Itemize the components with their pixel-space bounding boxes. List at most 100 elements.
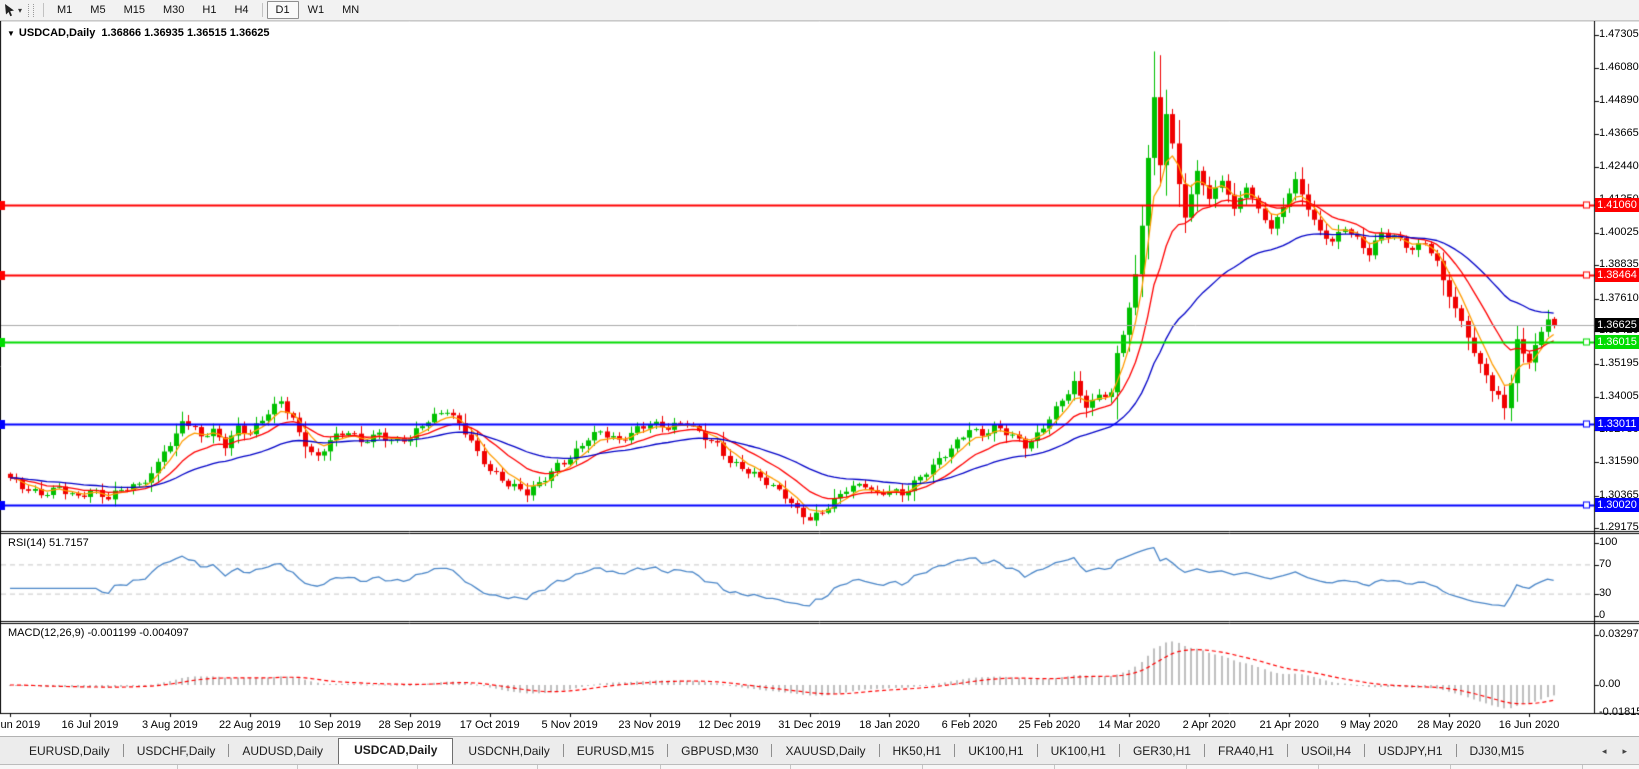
chart-title[interactable]: ▼ USDCAD,Daily 1.36866 1.36935 1.36515 1.3… <box>7 27 270 39</box>
status-cell-divider <box>1054 765 1055 769</box>
date-axis-label: 31 Dec 2019 <box>768 719 852 731</box>
timeframe-button-H4[interactable]: H4 <box>225 1 257 19</box>
price-level-badge: 1.36015 <box>1595 335 1639 349</box>
toolbar-grip-handle[interactable] <box>28 4 34 17</box>
status-cell-divider <box>1450 765 1451 769</box>
date-axis-label: 10 Sep 2019 <box>288 719 372 731</box>
status-cell-divider <box>1186 765 1187 769</box>
timeframe-button-group: M1M5M15M30H1H4 D1W1MN <box>39 1 368 19</box>
date-axis-label: 21 Apr 2020 <box>1247 719 1331 731</box>
date-axis-label: 25 Feb 2020 <box>1007 719 1091 731</box>
date-axis-label: 22 Aug 2019 <box>208 719 292 731</box>
chart-tab-HK50-H1[interactable]: HK50,H1 <box>880 741 955 763</box>
rsi-axis-tick: 0 <box>1599 609 1605 621</box>
rsi-label: RSI(14) 51.7157 <box>8 537 89 549</box>
chart-tab-FRA40-H1[interactable]: FRA40,H1 <box>1205 741 1287 763</box>
timeframe-button-M15[interactable]: M15 <box>115 1 154 19</box>
status-cell-divider <box>297 765 298 769</box>
chart-window: ▼ USDCAD,Daily 1.36866 1.36935 1.36515 1.3… <box>0 20 1639 735</box>
status-cell-divider <box>1582 765 1583 769</box>
status-cell-divider <box>660 765 661 769</box>
date-axis-label: 18 Jan 2020 <box>847 719 931 731</box>
rsi-axis-tick: 30 <box>1599 587 1611 599</box>
rsi-axis-tick: 100 <box>1599 536 1617 548</box>
chart-tab-DJ30-M15[interactable]: DJ30,M15 <box>1457 741 1538 763</box>
price-axis-tick: 1.34005 <box>1599 390 1639 402</box>
timeframe-button-D1[interactable]: D1 <box>267 1 299 19</box>
chart-tab-AUDUSD-Daily[interactable]: AUDUSD,Daily <box>229 741 336 763</box>
chart-ohlc-values: 1.36866 1.36935 1.36515 1.36625 <box>101 27 269 39</box>
chart-tab-USDCAD-Daily[interactable]: USDCAD,Daily <box>338 738 453 764</box>
timeframe-button-MN[interactable]: MN <box>333 1 368 19</box>
date-axis-label: 28 May 2020 <box>1407 719 1491 731</box>
date-axis-label: 27 Jun 2019 <box>0 719 52 731</box>
price-axis-tick: 1.47305 <box>1599 28 1639 40</box>
macd-axis-tick: -0.018154 <box>1599 706 1639 718</box>
price-axis-tick: 1.42440 <box>1599 160 1639 172</box>
status-cell-divider <box>1318 765 1319 769</box>
chart-canvas[interactable] <box>0 20 1639 735</box>
chart-tab-EURUSD-M15[interactable]: EURUSD,M15 <box>564 741 667 763</box>
toolbar-separator <box>262 3 263 17</box>
chart-tab-GER30-H1[interactable]: GER30,H1 <box>1120 741 1204 763</box>
timeframe-button-M1[interactable]: M1 <box>48 1 81 19</box>
chart-tab-USOil-H4[interactable]: USOil,H4 <box>1288 741 1364 763</box>
tools-dropdown-icon: ▾ <box>18 6 22 15</box>
status-cell-divider <box>417 765 418 769</box>
price-axis-tick: 1.31590 <box>1599 455 1639 467</box>
price-level-badge: 1.41060 <box>1595 198 1639 212</box>
chart-tab-XAUUSD-Daily[interactable]: XAUUSD,Daily <box>772 741 878 763</box>
price-level-badge: 1.38464 <box>1595 268 1639 282</box>
chart-tab-UK100-H1[interactable]: UK100,H1 <box>1038 741 1119 763</box>
rsi-axis-tick: 70 <box>1599 558 1611 570</box>
date-axis-label: 6 Feb 2020 <box>927 719 1011 731</box>
status-cell-divider <box>177 765 178 769</box>
price-axis-tick: 1.46080 <box>1599 61 1639 73</box>
chart-tab-bar: EURUSD,DailyUSDCHF,DailyAUDUSD,DailyUSDC… <box>0 736 1639 769</box>
macd-axis-tick: 0.00 <box>1599 678 1620 690</box>
cursor-tool-icon <box>3 3 16 17</box>
chart-tabs: EURUSD,DailyUSDCHF,DailyAUDUSD,DailyUSDC… <box>0 737 1639 763</box>
date-axis-label: 17 Oct 2019 <box>448 719 532 731</box>
chart-symbol-label: USDCAD,Daily <box>19 27 95 39</box>
date-axis-label: 12 Dec 2019 <box>688 719 772 731</box>
price-level-badge: 1.33011 <box>1595 417 1639 431</box>
mt4-window: { "toolbar": { "tool_icon": "cursor-arro… <box>0 0 1639 769</box>
date-axis-label: 16 Jul 2019 <box>48 719 132 731</box>
date-axis-label: 14 Mar 2020 <box>1087 719 1171 731</box>
chart-tab-USDCNH-Daily[interactable]: USDCNH,Daily <box>455 741 562 763</box>
macd-label: MACD(12,26,9) -0.001199 -0.004097 <box>8 627 189 639</box>
status-cell-divider <box>790 765 791 769</box>
chart-tab-USDJPY-H1[interactable]: USDJPY,H1 <box>1365 741 1455 763</box>
price-axis-tick: 1.44890 <box>1599 94 1639 106</box>
collapse-triangle-icon: ▼ <box>7 29 15 38</box>
timeframe-button-M30[interactable]: M30 <box>154 1 193 19</box>
date-axis-label: 23 Nov 2019 <box>608 719 692 731</box>
price-axis-tick: 1.29175 <box>1599 521 1639 533</box>
status-strip <box>0 764 1639 769</box>
date-axis-label: 2 Apr 2020 <box>1167 719 1251 731</box>
status-cell-divider <box>537 765 538 769</box>
date-axis-label: 28 Sep 2019 <box>368 719 452 731</box>
top-toolbar: ▾ M1M5M15M30H1H4 D1W1MN <box>0 0 1639 21</box>
price-axis-tick: 1.43665 <box>1599 127 1639 139</box>
price-level-badge: 1.30020 <box>1595 498 1639 512</box>
chart-tab-USDCHF-Daily[interactable]: USDCHF,Daily <box>124 741 229 763</box>
timeframe-button-H1[interactable]: H1 <box>193 1 225 19</box>
chart-tab-GBPUSD-M30[interactable]: GBPUSD,M30 <box>668 741 771 763</box>
tabs-scroll-left-icon[interactable]: ◂ <box>1602 746 1607 757</box>
tabs-scroll-right-icon[interactable]: ▸ <box>1622 746 1627 757</box>
price-axis-tick: 1.35195 <box>1599 357 1639 369</box>
status-cell-divider <box>922 765 923 769</box>
date-axis-label: 9 May 2020 <box>1327 719 1411 731</box>
date-axis-label: 5 Nov 2019 <box>528 719 612 731</box>
date-axis-label: 3 Aug 2019 <box>128 719 212 731</box>
toolbar-separator <box>43 3 44 17</box>
macd-axis-tick: 0.032972 <box>1599 628 1639 640</box>
price-axis-tick: 1.37610 <box>1599 292 1639 304</box>
timeframe-button-M5[interactable]: M5 <box>81 1 114 19</box>
chart-tab-EURUSD-Daily[interactable]: EURUSD,Daily <box>16 741 123 763</box>
chart-tab-UK100-H1[interactable]: UK100,H1 <box>955 741 1036 763</box>
chart-tools-button[interactable]: ▾ <box>0 3 25 17</box>
timeframe-button-W1[interactable]: W1 <box>299 1 334 19</box>
